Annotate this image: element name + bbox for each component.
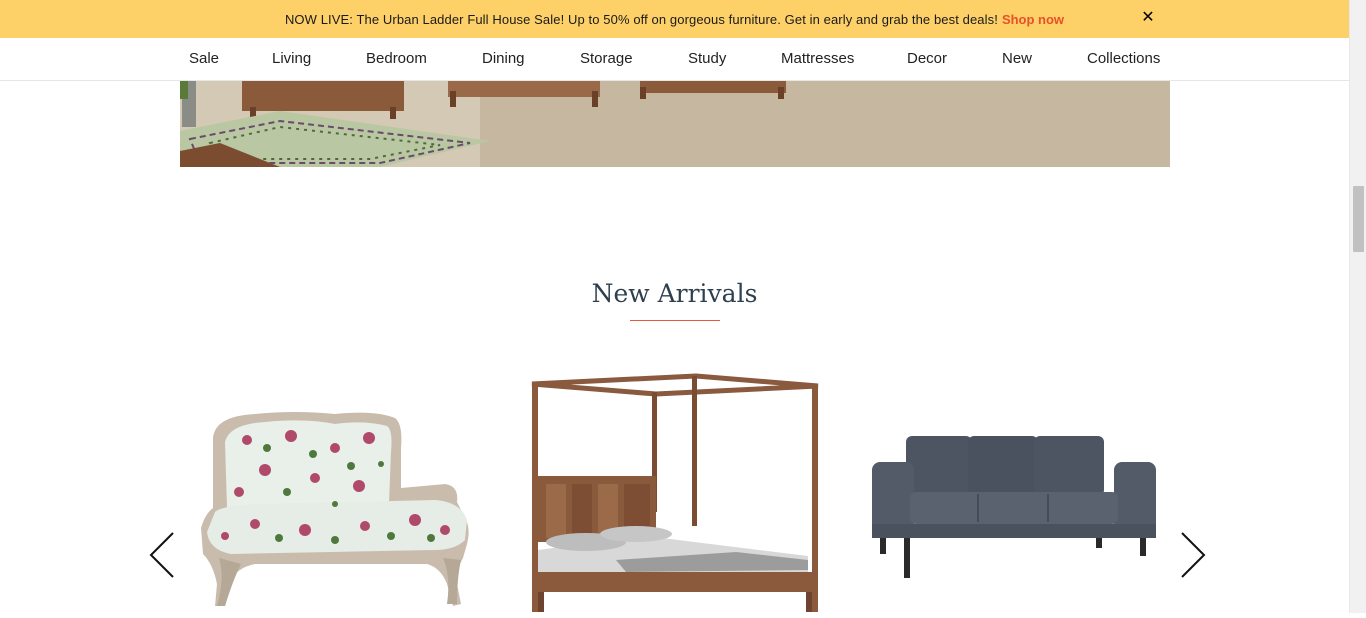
product-card-loveseat[interactable]	[195, 408, 480, 613]
nav-item-study[interactable]: Study	[688, 50, 726, 67]
nav-item-collections[interactable]: Collections	[1087, 50, 1160, 67]
nav-item-mattresses[interactable]: Mattresses	[781, 50, 854, 67]
nav-item-bedroom[interactable]: Bedroom	[366, 50, 427, 67]
nav-item-decor[interactable]: Decor	[907, 50, 947, 67]
grey-sofa-image	[872, 436, 1156, 578]
chevron-left-icon[interactable]	[148, 530, 178, 580]
nav-item-sale[interactable]: Sale	[189, 50, 219, 67]
floral-loveseat-image	[201, 412, 469, 606]
banner-illustration	[180, 81, 1170, 167]
shop-now-link[interactable]: Shop now	[1002, 12, 1064, 27]
chevron-right-icon[interactable]	[1178, 530, 1208, 580]
announcement-message: NOW LIVE: The Urban Ladder Full House Sa…	[284, 11, 998, 27]
main-nav: Sale Living Bedroom Dining Storage Study…	[0, 38, 1349, 81]
nav-item-storage[interactable]: Storage	[580, 50, 633, 67]
canopy-bed-image	[531, 373, 819, 612]
close-icon[interactable]: ✕	[1140, 9, 1156, 27]
hero-banner-image[interactable]	[180, 81, 1170, 167]
page-scrollbar[interactable]	[1349, 0, 1366, 613]
section-title: New Arrivals	[591, 279, 758, 308]
product-card-grey-sofa[interactable]	[868, 432, 1160, 582]
nav-item-living[interactable]: Living	[272, 50, 311, 67]
nav-item-new[interactable]: New	[1002, 50, 1032, 67]
scrollbar-thumb[interactable]	[1353, 186, 1364, 252]
announcement-bar: NOW LIVE: The Urban Ladder Full House Sa…	[0, 0, 1349, 38]
nav-item-dining[interactable]: Dining	[482, 50, 525, 67]
product-card-canopy-bed[interactable]	[526, 372, 824, 613]
title-underline	[630, 320, 720, 321]
